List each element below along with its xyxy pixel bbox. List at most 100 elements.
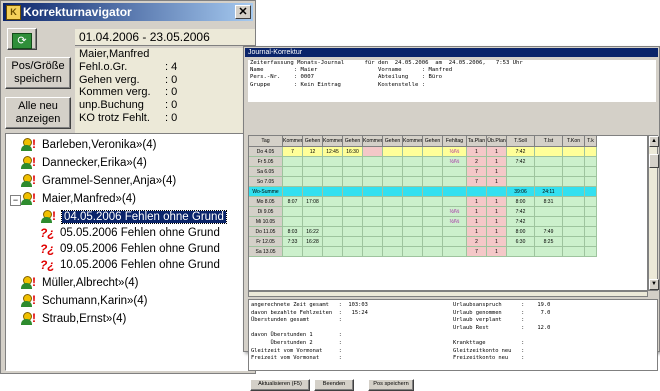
grid-cell[interactable]: 8:31 — [535, 197, 563, 207]
grid-cell[interactable] — [303, 247, 323, 257]
grid-cell[interactable] — [383, 157, 403, 167]
grid-cell[interactable] — [303, 217, 323, 227]
grid-cell[interactable] — [585, 177, 597, 187]
grid-cell[interactable] — [363, 147, 383, 157]
grid-cell[interactable] — [343, 197, 363, 207]
grid-cell[interactable]: ½/½ — [443, 147, 467, 157]
grid-cell[interactable]: 1 — [487, 147, 507, 157]
grid-cell[interactable] — [443, 237, 467, 247]
grid-cell[interactable] — [303, 157, 323, 167]
grid-cell[interactable]: 7 — [467, 177, 487, 187]
grid-cell[interactable] — [283, 187, 303, 197]
grid-cell[interactable]: 7:49 — [535, 227, 563, 237]
grid-cell[interactable]: 7:42 — [507, 217, 535, 227]
grid-cell[interactable] — [423, 217, 443, 227]
scroll-up-icon[interactable]: ▲ — [649, 136, 659, 147]
grid-cell[interactable] — [363, 227, 383, 237]
grid-cell[interactable] — [283, 167, 303, 177]
column-header[interactable]: Kommen — [283, 136, 303, 147]
save-position-button[interactable]: Pos/Größe speichern — [5, 57, 71, 89]
grid-cell[interactable] — [535, 147, 563, 157]
grid-cell[interactable] — [535, 177, 563, 187]
tree-absence-item[interactable]: ?¿ 05.05.2006 Fehlen ohne Grund — [40, 225, 220, 241]
grid-cell[interactable]: 1 — [487, 157, 507, 167]
grid-cell[interactable] — [443, 167, 467, 177]
grid-cell[interactable] — [585, 207, 597, 217]
tree-absence-item[interactable]: ! 04.05.2006 Fehlen ohne Grund — [40, 209, 227, 225]
grid-cell[interactable]: 1 — [487, 217, 507, 227]
grid-row[interactable]: Mo 8.05 8:07 17:08 1 1 8:00 8:31 — [249, 197, 597, 207]
grid-cell[interactable]: 7:42 — [507, 207, 535, 217]
grid-cell[interactable] — [343, 187, 363, 197]
grid-cell[interactable]: Wo-Summe — [249, 187, 283, 197]
grid-cell[interactable] — [403, 177, 423, 187]
grid-cell[interactable] — [585, 227, 597, 237]
grid-cell[interactable]: 17:08 — [303, 197, 323, 207]
grid-cell[interactable] — [403, 157, 423, 167]
grid-cell[interactable] — [323, 207, 343, 217]
grid-cell[interactable] — [585, 147, 597, 157]
grid-cell[interactable] — [585, 247, 597, 257]
grid-cell[interactable]: Mo 8.05 — [249, 197, 283, 207]
grid-cell[interactable]: 7 — [467, 247, 487, 257]
grid-cell[interactable] — [283, 157, 303, 167]
grid-cell[interactable] — [487, 187, 507, 197]
grid-cell[interactable] — [443, 187, 467, 197]
grid-cell[interactable] — [443, 177, 467, 187]
grid-cell[interactable] — [323, 237, 343, 247]
tree-person[interactable]: ! Straub,Ernst»(4) — [20, 311, 126, 327]
grid-cell[interactable]: 8:07 — [283, 197, 303, 207]
grid-cell[interactable]: 1 — [487, 197, 507, 207]
grid-cell[interactable] — [507, 247, 535, 257]
grid-cell[interactable] — [363, 167, 383, 177]
grid-cell[interactable] — [383, 167, 403, 177]
grid-cell[interactable] — [423, 167, 443, 177]
grid-cell[interactable] — [585, 197, 597, 207]
grid-cell[interactable]: 7:42 — [507, 147, 535, 157]
grid-cell[interactable]: 12:45 — [323, 147, 343, 157]
grid-cell[interactable] — [563, 207, 585, 217]
grid-cell[interactable] — [423, 177, 443, 187]
close-journal-button[interactable]: Beenden — [314, 379, 354, 391]
grid-cell[interactable] — [343, 207, 363, 217]
grid-cell[interactable]: ½/½ — [443, 157, 467, 167]
grid-cell[interactable]: Do 11.05 — [249, 227, 283, 237]
column-header[interactable]: Üb.Plan — [487, 136, 507, 147]
grid-cell[interactable]: Mi 10.05 — [249, 217, 283, 227]
grid-cell[interactable]: 1 — [467, 197, 487, 207]
grid-cell[interactable]: 1 — [467, 227, 487, 237]
grid-cell[interactable] — [423, 157, 443, 167]
grid-cell[interactable] — [585, 237, 597, 247]
grid-cell[interactable]: 12 — [303, 147, 323, 157]
grid-cell[interactable] — [283, 247, 303, 257]
grid-cell[interactable]: So 7.05 — [249, 177, 283, 187]
grid-cell[interactable] — [563, 227, 585, 237]
grid-cell[interactable] — [383, 247, 403, 257]
grid-cell[interactable] — [423, 227, 443, 237]
grid-cell[interactable] — [403, 167, 423, 177]
grid-cell[interactable] — [323, 157, 343, 167]
grid-cell[interactable] — [383, 207, 403, 217]
grid-cell[interactable] — [323, 197, 343, 207]
grid-cell[interactable] — [383, 227, 403, 237]
column-header[interactable]: Kommen — [323, 136, 343, 147]
grid-cell[interactable] — [423, 147, 443, 157]
grid-cell[interactable] — [563, 157, 585, 167]
grid-cell[interactable]: 6:30 — [507, 237, 535, 247]
grid-cell[interactable] — [363, 197, 383, 207]
grid-cell[interactable] — [535, 207, 563, 217]
column-header[interactable]: T.k — [585, 136, 597, 147]
grid-cell[interactable] — [563, 187, 585, 197]
grid-cell[interactable] — [323, 167, 343, 177]
grid-cell[interactable] — [383, 237, 403, 247]
grid-row[interactable]: Sa 6.05 7 1 — [249, 167, 597, 177]
grid-cell[interactable]: ½/½ — [443, 207, 467, 217]
grid-cell[interactable] — [303, 177, 323, 187]
refresh-button[interactable]: ⟳ — [7, 28, 37, 50]
grid-cell[interactable] — [563, 167, 585, 177]
tree-person[interactable]: ! Dannecker,Erika»(4) — [20, 155, 147, 171]
scroll-thumb[interactable] — [649, 154, 659, 168]
column-header[interactable]: Ta.Plan — [467, 136, 487, 147]
grid-cell[interactable]: Do 4.05 — [249, 147, 283, 157]
grid-cell[interactable] — [443, 197, 467, 207]
